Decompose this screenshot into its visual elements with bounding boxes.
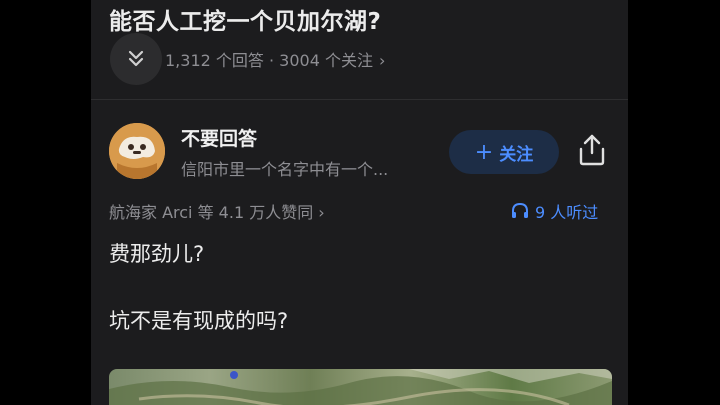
answer-page: 能否人工挖一个贝加尔湖? 1,312 个回答 · 3004 个关注 › 不要回答 … (91, 0, 628, 405)
chevron-right-icon: › (378, 51, 386, 70)
question-title[interactable]: 能否人工挖一个贝加尔湖? (109, 2, 381, 36)
answer-image[interactable] (109, 369, 612, 405)
upvote-summary[interactable]: 航海家 Arci 等 4.1 万人赞同 › (109, 199, 325, 223)
headphones-icon (512, 202, 528, 218)
question-meta[interactable]: 1,312 个回答 · 3004 个关注 › (165, 47, 385, 71)
avatar[interactable] (109, 123, 165, 179)
author-name[interactable]: 不要回答 (181, 124, 257, 151)
avatar-image (109, 123, 165, 179)
collapse-button[interactable] (110, 33, 162, 85)
follow-label: 关注 (499, 144, 534, 165)
answer-paragraph: 费那劲儿? (109, 242, 205, 266)
listen-count[interactable]: 9 人听过 (511, 199, 598, 223)
plus-icon: + (474, 139, 494, 165)
author-bio: 信阳市里一个名字中有一个... (181, 160, 389, 179)
follow-button[interactable]: + 关注 (449, 130, 559, 174)
answer-paragraph: 坑不是有现成的吗? (109, 309, 289, 333)
listen-label: 9 人听过 (535, 203, 599, 222)
divider (91, 99, 628, 100)
double-chevron-down-icon (128, 50, 144, 67)
question-stats: 1,312 个回答 · 3004 个关注 (165, 51, 373, 70)
map-image (109, 369, 612, 405)
share-icon[interactable] (576, 133, 608, 167)
